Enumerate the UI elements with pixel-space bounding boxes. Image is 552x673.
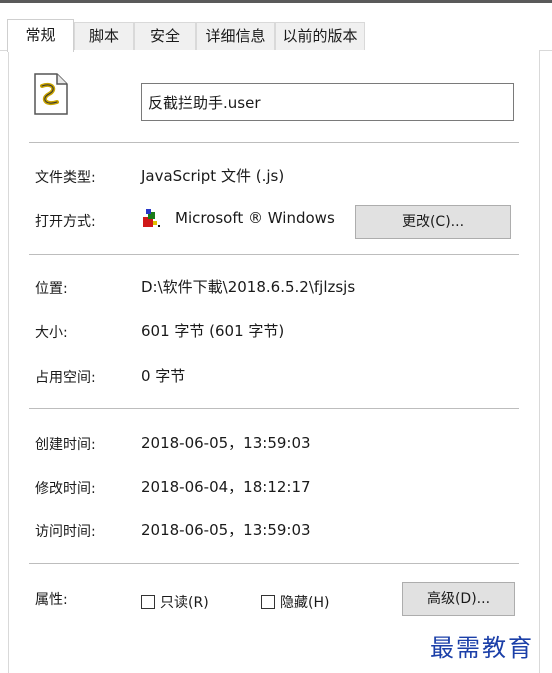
- tab-security[interactable]: 安全: [134, 22, 196, 50]
- file-type-label: 文件类型:: [35, 170, 96, 186]
- hidden-checkbox[interactable]: 隐藏(H): [261, 592, 329, 612]
- created-label: 创建时间:: [35, 437, 96, 453]
- watermark: 最需教育: [430, 634, 534, 662]
- file-name-input[interactable]: [141, 83, 514, 121]
- separator: [29, 563, 519, 564]
- size-value: 601 字节 (601 字节): [141, 322, 285, 340]
- file-type-value: JavaScript 文件 (.js): [141, 167, 285, 185]
- properties-window: 常规 脚本 安全 详细信息 以前的版本 文件类型: JavaScript 文件 …: [0, 0, 552, 673]
- readonly-checkbox-label: 只读(R): [160, 595, 209, 611]
- accessed-label: 访问时间:: [35, 524, 96, 540]
- size-on-disk-value: 0 字节: [141, 367, 186, 385]
- location-value: D:\软件下載\2018.6.5.2\fjlzsjs: [141, 278, 356, 296]
- separator: [29, 142, 519, 143]
- general-panel: 文件类型: JavaScript 文件 (.js) 打开方式: Microsof…: [8, 50, 540, 673]
- location-label: 位置:: [35, 281, 68, 297]
- hidden-checkbox-box[interactable]: [261, 595, 275, 609]
- readonly-checkbox[interactable]: 只读(R): [141, 592, 209, 612]
- tab-bar: 常规 脚本 安全 详细信息 以前的版本: [0, 19, 552, 52]
- opens-with-label: 打开方式:: [35, 214, 96, 230]
- size-label: 大小:: [35, 325, 68, 341]
- created-value: 2018-06-05，13:59:03: [141, 434, 311, 452]
- script-file-icon: [33, 72, 69, 116]
- advanced-button[interactable]: 高级(D)...: [402, 582, 515, 616]
- opens-with-value: Microsoft ® Windows: [175, 209, 335, 227]
- readonly-checkbox-box[interactable]: [141, 595, 155, 609]
- tab-script[interactable]: 脚本: [74, 22, 134, 50]
- modified-value: 2018-06-04，18:12:17: [141, 478, 311, 496]
- separator: [29, 254, 519, 255]
- change-button[interactable]: 更改(C)...: [355, 205, 511, 239]
- windows-script-host-icon: [141, 207, 161, 229]
- modified-label: 修改时间:: [35, 481, 96, 497]
- attributes-label: 属性:: [35, 592, 68, 608]
- tab-details[interactable]: 详细信息: [196, 22, 275, 50]
- tab-previous-versions[interactable]: 以前的版本: [275, 22, 365, 50]
- tab-general[interactable]: 常规: [7, 19, 74, 52]
- hidden-checkbox-label: 隐藏(H): [280, 595, 330, 611]
- size-on-disk-label: 占用空间:: [35, 370, 96, 386]
- separator: [29, 408, 519, 409]
- accessed-value: 2018-06-05，13:59:03: [141, 521, 311, 539]
